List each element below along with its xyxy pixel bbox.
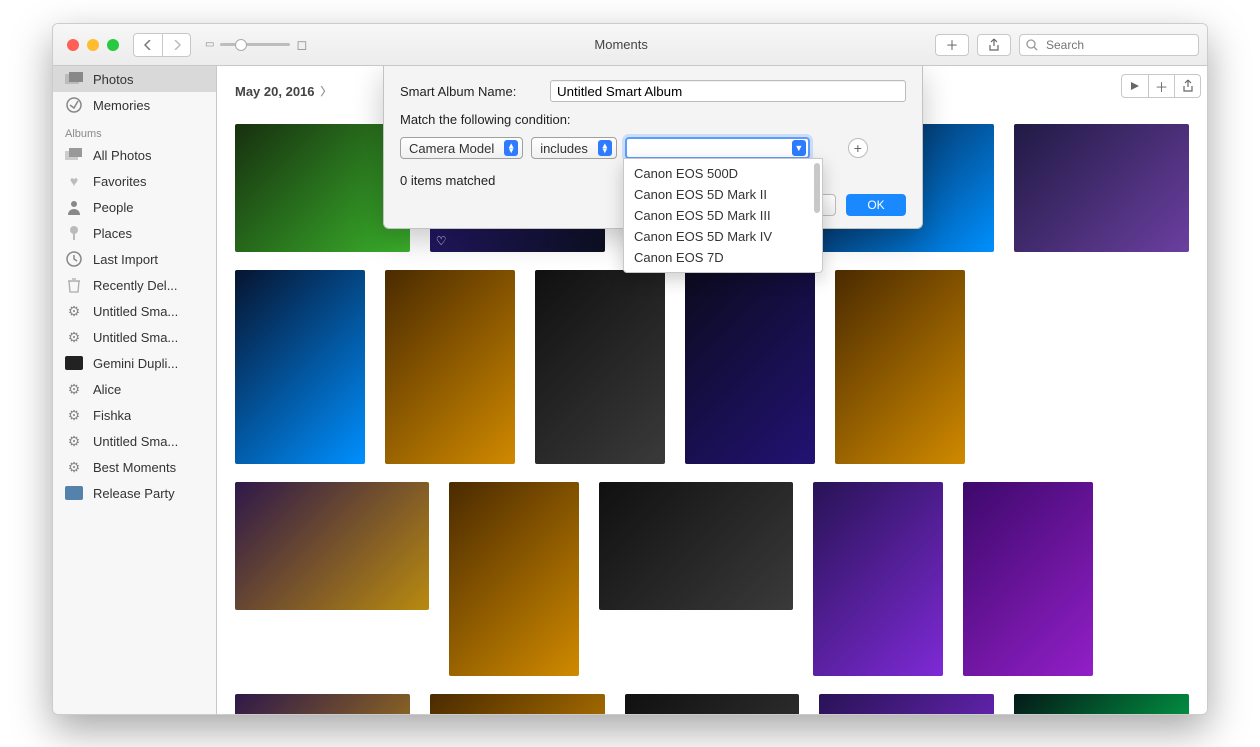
window-controls xyxy=(61,39,119,51)
sidebar-item-places[interactable]: Places xyxy=(53,220,216,246)
clock-icon xyxy=(63,250,85,268)
stepper-icon: ▲▼ xyxy=(504,140,518,156)
sidebar-item-all-photos[interactable]: All Photos xyxy=(53,142,216,168)
pin-icon xyxy=(63,224,85,242)
photo-thumb[interactable] xyxy=(430,694,605,714)
sidebar-item-smart-album-2[interactable]: ⚙ Untitled Sma... xyxy=(53,324,216,350)
nav-back-button[interactable] xyxy=(134,34,162,56)
sidebar-item-label: Memories xyxy=(93,98,150,113)
value-dropdown: Canon EOS 500D Canon EOS 5D Mark II Cano… xyxy=(623,158,823,273)
close-window-button[interactable] xyxy=(67,39,79,51)
photo-thumb[interactable] xyxy=(1014,124,1189,252)
photo-thumb[interactable] xyxy=(235,694,410,714)
share-toolbar-button[interactable] xyxy=(977,34,1011,56)
dropdown-option[interactable]: Canon EOS 5D Mark III xyxy=(624,205,822,226)
albums-section-label: Albums xyxy=(53,118,216,142)
sidebar-item-best-moments[interactable]: ⚙ Best Moments xyxy=(53,454,216,480)
photo-thumb[interactable] xyxy=(385,270,515,464)
search-icon xyxy=(1026,39,1038,51)
album-name-input[interactable] xyxy=(550,80,906,102)
toolbar: ▭ ◻ Moments ＋ xyxy=(53,24,1207,66)
album-name-label: Smart Album Name: xyxy=(400,84,540,99)
sidebar: Photos Memories Albums All Photos ♥ Favo… xyxy=(53,66,217,714)
trash-icon xyxy=(63,276,85,294)
share-icon xyxy=(988,38,1000,52)
dropdown-option[interactable]: Canon EOS 5D Mark II xyxy=(624,184,822,205)
zoom-control: ▭ ◻ xyxy=(205,37,307,53)
sidebar-item-release-party[interactable]: Release Party xyxy=(53,480,216,506)
nav-forward-button[interactable] xyxy=(162,34,190,56)
sidebar-item-smart-album-1[interactable]: ⚙ Untitled Sma... xyxy=(53,298,216,324)
photo-thumb[interactable] xyxy=(449,482,579,676)
sidebar-item-memories[interactable]: Memories xyxy=(53,92,216,118)
album-thumb-icon xyxy=(63,354,85,372)
scrollbar-thumb[interactable] xyxy=(814,163,820,213)
search-field[interactable] xyxy=(1019,34,1199,56)
gear-icon: ⚙ xyxy=(63,432,85,450)
sidebar-item-favorites[interactable]: ♥ Favorites xyxy=(53,168,216,194)
ok-button[interactable]: OK xyxy=(846,194,906,216)
person-icon xyxy=(63,198,85,216)
field-select[interactable]: Camera Model ▲▼ xyxy=(400,137,523,159)
memories-icon xyxy=(63,96,85,114)
app-window: ▭ ◻ Moments ＋ Photos xyxy=(52,23,1208,715)
photo-thumb[interactable] xyxy=(685,270,815,464)
photo-thumb[interactable] xyxy=(235,270,365,464)
gear-icon: ⚙ xyxy=(63,302,85,320)
sidebar-item-gemini[interactable]: Gemini Dupli... xyxy=(53,350,216,376)
photo-thumb[interactable] xyxy=(819,694,994,714)
sidebar-item-photos[interactable]: Photos xyxy=(53,66,216,92)
sidebar-item-recently-deleted[interactable]: Recently Del... xyxy=(53,272,216,298)
minimize-window-button[interactable] xyxy=(87,39,99,51)
plus-icon: ＋ xyxy=(945,35,958,54)
value-combobox[interactable]: ▼ xyxy=(625,137,810,159)
zoom-window-button[interactable] xyxy=(107,39,119,51)
zoom-thumb-small-icon: ▭ xyxy=(205,39,214,50)
sidebar-item-smart-album-3[interactable]: ⚙ Untitled Sma... xyxy=(53,428,216,454)
photo-thumb[interactable] xyxy=(599,482,793,610)
gear-icon: ⚙ xyxy=(63,406,85,424)
photo-thumb[interactable] xyxy=(1014,694,1189,714)
photo-thumb[interactable] xyxy=(625,694,800,714)
stepper-icon: ▲▼ xyxy=(598,140,612,156)
operator-select[interactable]: includes ▲▼ xyxy=(531,137,617,159)
sidebar-item-last-import[interactable]: Last Import xyxy=(53,246,216,272)
photo-thumb[interactable] xyxy=(963,482,1093,676)
sidebar-item-alice[interactable]: ⚙ Alice xyxy=(53,376,216,402)
gear-icon: ⚙ xyxy=(63,458,85,476)
zoom-thumb-large-icon: ◻ xyxy=(296,37,307,53)
dropdown-option[interactable]: Canon EOS 5D Mark IV xyxy=(624,226,822,247)
stack-icon xyxy=(63,146,85,164)
favorite-icon: ♡ xyxy=(436,234,447,248)
window-title: Moments xyxy=(321,37,921,52)
add-button[interactable]: ＋ xyxy=(935,34,969,56)
photo-thumb[interactable] xyxy=(813,482,943,676)
zoom-slider[interactable] xyxy=(220,43,290,46)
photo-thumb[interactable] xyxy=(535,270,665,464)
album-thumb-icon xyxy=(63,484,85,502)
chevron-right-icon: 〉 xyxy=(321,83,332,99)
gear-icon: ⚙ xyxy=(63,380,85,398)
sidebar-item-people[interactable]: People xyxy=(53,194,216,220)
search-input[interactable] xyxy=(1044,37,1192,53)
gear-icon: ⚙ xyxy=(63,328,85,346)
heart-icon: ♥ xyxy=(63,172,85,190)
add-condition-button[interactable]: + xyxy=(848,138,868,158)
dropdown-option[interactable]: Canon EOS 500D xyxy=(624,163,822,184)
condition-label: Match the following condition: xyxy=(400,112,906,127)
photo-thumb[interactable] xyxy=(235,482,429,610)
chevron-down-icon[interactable]: ▼ xyxy=(792,140,806,156)
value-input[interactable] xyxy=(633,140,792,156)
nav-back-forward xyxy=(133,33,191,57)
dropdown-option[interactable]: Canon EOS 7D xyxy=(624,247,822,268)
sidebar-item-label: Photos xyxy=(93,72,133,87)
photo-thumb[interactable] xyxy=(835,270,965,464)
photos-icon xyxy=(63,70,85,88)
sidebar-item-fishka[interactable]: ⚙ Fishka xyxy=(53,402,216,428)
